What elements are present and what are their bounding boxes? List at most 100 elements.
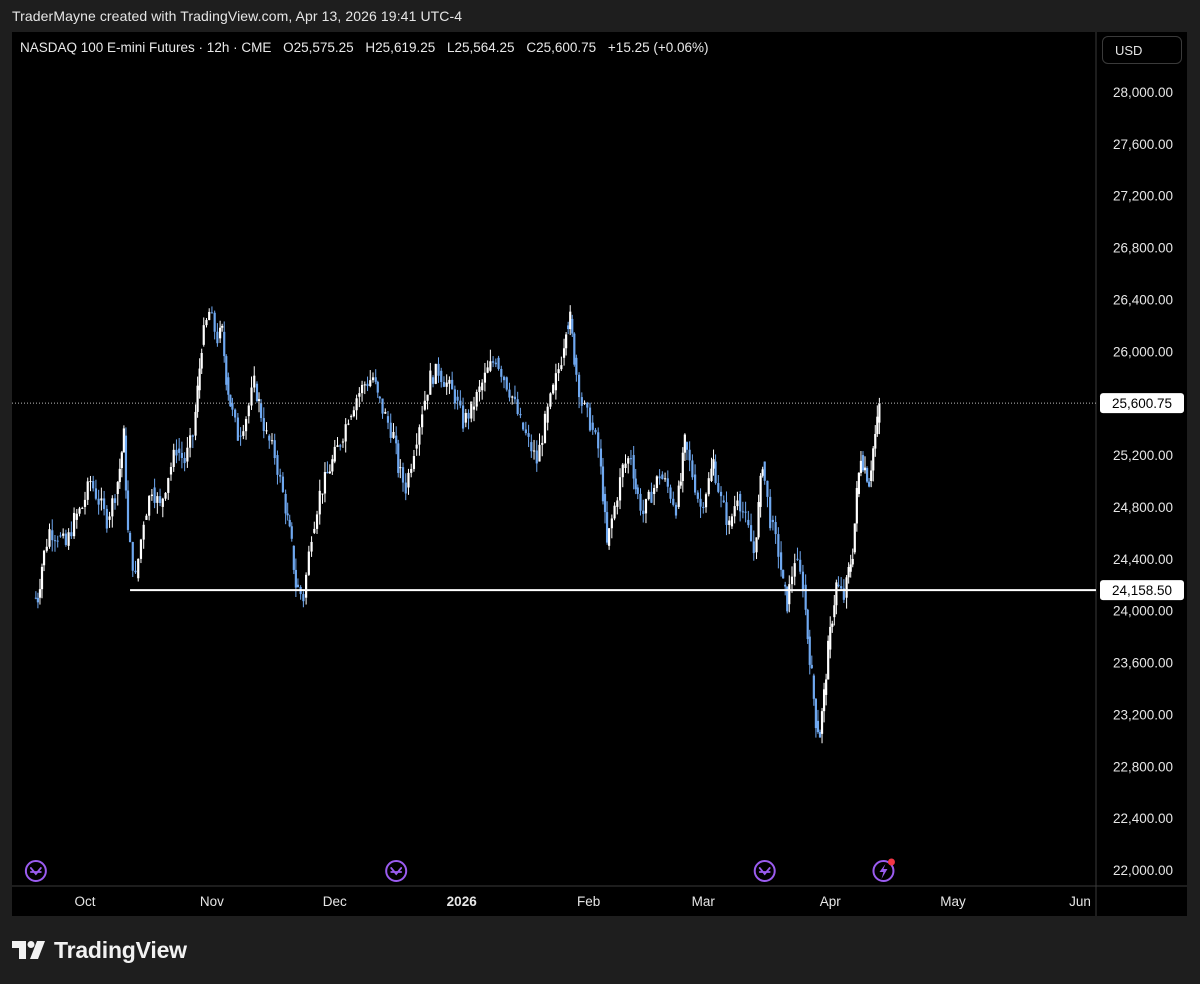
candle-body (749, 525, 753, 542)
candle-body (733, 506, 736, 517)
candle-body (431, 377, 435, 384)
candle-body (276, 455, 279, 475)
candle-body (67, 532, 70, 546)
candle-body (234, 409, 237, 418)
candle-body (355, 398, 358, 411)
candle-body (290, 526, 293, 539)
candle-body (194, 411, 197, 436)
candle-body (225, 356, 228, 385)
candle-body (72, 512, 76, 537)
candle-body (818, 732, 822, 738)
candle-body (86, 481, 89, 500)
candle-body (508, 389, 511, 398)
candle-body (554, 373, 557, 391)
candle-body (59, 535, 62, 537)
event-markers[interactable] (24, 858, 895, 882)
candle-body (161, 498, 164, 507)
candle-body (268, 435, 271, 441)
currency-button[interactable]: USD (1102, 36, 1182, 64)
candle-body (381, 398, 384, 414)
candle-body (696, 492, 699, 499)
candle-body (549, 393, 552, 407)
x-tick-label: Mar (692, 894, 716, 909)
candle-body (167, 478, 170, 493)
candle-body (429, 370, 432, 395)
candle-body (262, 418, 265, 431)
candle-body (415, 444, 418, 449)
candle-body (142, 524, 145, 540)
candle-body (213, 312, 216, 332)
ohlc-change: +15.25 (+0.06%) (607, 40, 709, 55)
candle-body (679, 481, 682, 486)
candle-body (562, 348, 566, 358)
candle-body (236, 417, 239, 441)
candle-body (156, 496, 159, 503)
tradingview-logo[interactable]: TradingView (12, 936, 187, 964)
candle-body (647, 491, 650, 500)
candle-body (56, 540, 59, 542)
candle-body (741, 511, 744, 513)
candle-body (629, 458, 633, 460)
candle-body (118, 468, 121, 483)
candle-body (725, 502, 728, 525)
candle-body (669, 487, 672, 499)
candle-body (323, 472, 327, 494)
candle-body (779, 552, 783, 570)
candle-body (307, 551, 310, 575)
candle-body (456, 396, 459, 401)
candle-body (632, 455, 635, 479)
price-chart[interactable]: 28,000.00 27,600.00 27,200.00 26,800.00 26,4… (0, 0, 1200, 984)
y-tick-label: 23,600.00 (1113, 656, 1173, 671)
current-price-label: 25,600.75 (1112, 396, 1172, 411)
candle-body (223, 331, 226, 357)
candle-body (845, 577, 848, 598)
ohlc-low: L25,564.25 (447, 40, 515, 55)
candle-body (418, 427, 421, 445)
candle-body (352, 410, 355, 417)
candle-body (310, 541, 313, 552)
candle-body (247, 405, 250, 417)
candle-body (804, 584, 807, 610)
candle-body (728, 520, 731, 525)
candle-body (755, 537, 758, 553)
candle-body (527, 433, 530, 437)
candle-body (172, 449, 175, 467)
candle-body (292, 545, 295, 570)
candle-body (565, 334, 568, 349)
candle-body (124, 435, 128, 491)
candle-body (75, 513, 78, 520)
candle-body (347, 423, 350, 425)
candle-body (681, 452, 684, 481)
candle-body (603, 493, 607, 513)
candle-body (702, 506, 705, 508)
candle-body (358, 393, 361, 397)
candle-body (567, 325, 570, 330)
candle-body (492, 361, 495, 363)
candle-body (384, 412, 387, 414)
candle-body (516, 399, 519, 414)
ohlc-close: C25,600.75 (526, 40, 597, 55)
candle-body (784, 584, 787, 587)
candle-body (472, 406, 476, 410)
candle-body (198, 368, 201, 391)
candle-body (94, 488, 98, 499)
candle-body (855, 488, 858, 524)
candle-body (489, 361, 492, 371)
candle-body (613, 505, 616, 519)
candle-body (51, 530, 54, 541)
arrow-event-icon[interactable] (385, 860, 408, 882)
candle-body (242, 431, 245, 436)
candle-body (849, 564, 852, 572)
arrow-event-icon[interactable] (24, 860, 47, 882)
candle-body (100, 498, 103, 501)
candle-body (810, 664, 813, 669)
bolt-event-icon[interactable] (872, 858, 895, 882)
candle-body (137, 558, 140, 579)
candle-body (699, 498, 702, 507)
candle-body (876, 416, 879, 434)
arrow-event-icon[interactable] (753, 860, 776, 882)
candle-body (712, 459, 715, 469)
candle-body (116, 482, 119, 494)
candle-body (169, 466, 173, 475)
candle-body (691, 460, 694, 478)
